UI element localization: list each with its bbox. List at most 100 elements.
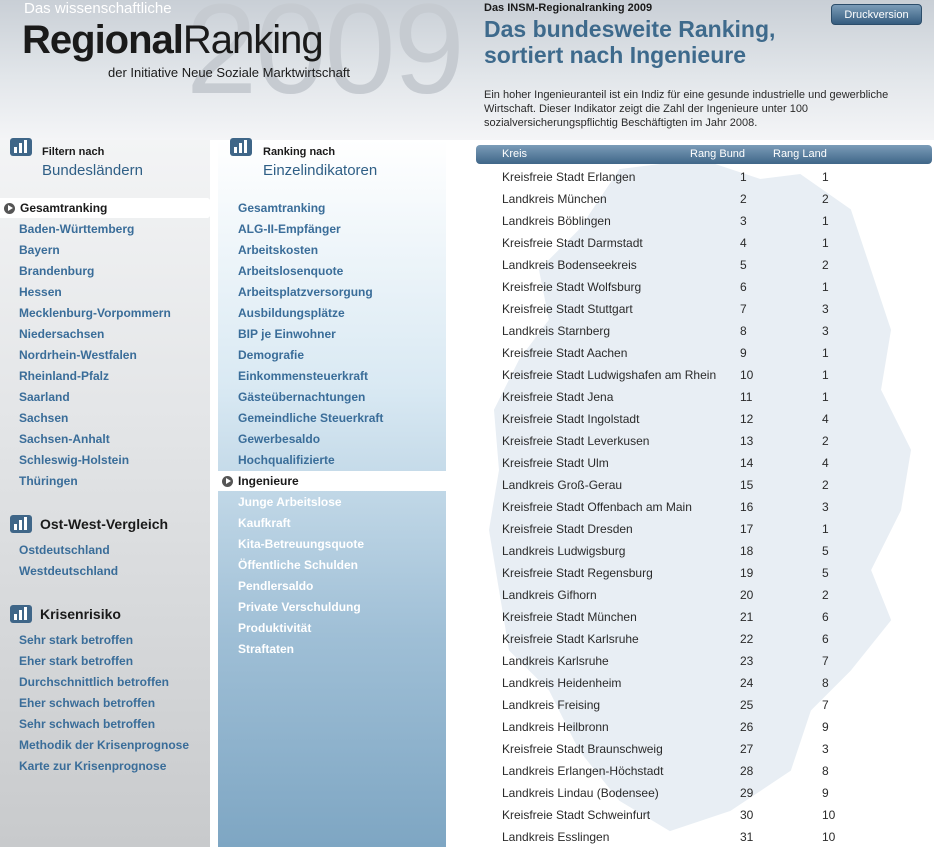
indicator-active-ingenieure[interactable]: Ingenieure: [218, 471, 461, 491]
table-row[interactable]: Kreisfreie Stadt Karlsruhe 22 6: [497, 629, 927, 651]
table-row[interactable]: Landkreis Ludwigsburg 18 5: [497, 541, 927, 563]
cell-kreis[interactable]: Kreisfreie Stadt Aachen: [502, 346, 627, 360]
col-kreis[interactable]: Kreis: [502, 148, 527, 160]
indicator-link-kaufkraft[interactable]: Kaufkraft: [238, 516, 291, 530]
table-row[interactable]: Landkreis Freising 25 7: [497, 695, 927, 717]
cell-kreis[interactable]: Kreisfreie Stadt Leverkusen: [502, 434, 649, 448]
cell-kreis[interactable]: Kreisfreie Stadt München: [502, 610, 637, 624]
crisis-link-eher-stark-betroffen[interactable]: Eher stark betroffen: [19, 654, 133, 668]
table-row[interactable]: Kreisfreie Stadt Erlangen 1 1: [497, 167, 927, 189]
cell-kreis[interactable]: Kreisfreie Stadt Darmstadt: [502, 236, 643, 250]
table-row[interactable]: Kreisfreie Stadt Dresden 17 1: [497, 519, 927, 541]
cell-kreis[interactable]: Landkreis Groß-Gerau: [502, 478, 622, 492]
indicator-link-ausbildungsplaetze[interactable]: Ausbildungsplätze: [238, 306, 345, 320]
indicator-link-hochqualifizierte[interactable]: Hochqualifizierte: [238, 453, 335, 467]
cell-kreis[interactable]: Kreisfreie Stadt Jena: [502, 390, 613, 404]
state-link-schleswig-holstein[interactable]: Schleswig-Holstein: [19, 453, 129, 467]
cell-kreis[interactable]: Kreisfreie Stadt Ingolstadt: [502, 412, 639, 426]
indicator-link-demografie[interactable]: Demografie: [238, 348, 304, 362]
table-row[interactable]: Landkreis Heilbronn 26 9: [497, 717, 927, 739]
cell-kreis[interactable]: Kreisfreie Stadt Regensburg: [502, 566, 653, 580]
cell-kreis[interactable]: Kreisfreie Stadt Schweinfurt: [502, 808, 650, 822]
indicator-link-alg-ii-empfaenger[interactable]: ALG-II-Empfänger: [238, 222, 341, 236]
cell-kreis[interactable]: Kreisfreie Stadt Ludwigshafen am Rhein: [502, 368, 716, 382]
state-link-baden-wuerttemberg[interactable]: Baden-Württemberg: [19, 222, 134, 236]
table-row[interactable]: Landkreis München 2 2: [497, 189, 927, 211]
cell-kreis[interactable]: Landkreis Bodenseekreis: [502, 258, 637, 272]
cell-kreis[interactable]: Kreisfreie Stadt Ulm: [502, 456, 609, 470]
table-row[interactable]: Kreisfreie Stadt Wolfsburg 6 1: [497, 277, 927, 299]
cell-kreis[interactable]: Landkreis Esslingen: [502, 830, 609, 844]
col-rang-land[interactable]: Rang Land: [773, 148, 827, 160]
cell-kreis[interactable]: Landkreis Karlsruhe: [502, 654, 609, 668]
cell-kreis[interactable]: Landkreis Lindau (Bodensee): [502, 786, 659, 800]
indicator-link-arbeitslosenquote[interactable]: Arbeitslosenquote: [238, 264, 343, 278]
table-row[interactable]: Landkreis Gifhorn 20 2: [497, 585, 927, 607]
cell-kreis[interactable]: Landkreis Erlangen-Höchstadt: [502, 764, 663, 778]
region-link-westdeutschland[interactable]: Westdeutschland: [19, 564, 118, 578]
crisis-link-durchschnittlich-betroffen[interactable]: Durchschnittlich betroffen: [19, 675, 169, 689]
table-row[interactable]: Landkreis Erlangen-Höchstadt 28 8: [497, 761, 927, 783]
crisis-link-karte-zur-krisenprognose[interactable]: Karte zur Krisenprognose: [19, 759, 166, 773]
table-row[interactable]: Kreisfreie Stadt Ludwigshafen am Rhein 10…: [497, 365, 927, 387]
cell-kreis[interactable]: Kreisfreie Stadt Stuttgart: [502, 302, 633, 316]
table-row[interactable]: Landkreis Böblingen 3 1: [497, 211, 927, 233]
state-link-thueringen[interactable]: Thüringen: [19, 474, 78, 488]
table-row[interactable]: Kreisfreie Stadt Leverkusen 13 2: [497, 431, 927, 453]
indicator-link-produktivitaet[interactable]: Produktivität: [238, 621, 311, 635]
table-row[interactable]: Kreisfreie Stadt Aachen 9 1: [497, 343, 927, 365]
print-button[interactable]: Druckversion: [831, 4, 922, 25]
cell-kreis[interactable]: Landkreis Heilbronn: [502, 720, 609, 734]
table-row[interactable]: Landkreis Esslingen 31 10: [497, 827, 927, 847]
indicator-link-bip-je-einwohner[interactable]: BIP je Einwohner: [238, 327, 336, 341]
crisis-link-sehr-stark-betroffen[interactable]: Sehr stark betroffen: [19, 633, 133, 647]
table-row[interactable]: Kreisfreie Stadt München 21 6: [497, 607, 927, 629]
indicator-link-einkommensteuerkraft[interactable]: Einkommensteuerkraft: [238, 369, 368, 383]
cell-kreis[interactable]: Landkreis Böblingen: [502, 214, 611, 228]
table-row[interactable]: Kreisfreie Stadt Jena 11 1: [497, 387, 927, 409]
state-link-bayern[interactable]: Bayern: [19, 243, 60, 257]
indicator-link-private-verschuldung[interactable]: Private Verschuldung: [238, 600, 361, 614]
indicator-link-gesamtranking[interactable]: Gesamtranking: [238, 201, 325, 215]
nav-active-gesamtranking[interactable]: Gesamtranking: [0, 198, 219, 218]
indicator-link-straftaten[interactable]: Straftaten: [238, 642, 294, 656]
col-rang-bund[interactable]: Rang Bund: [690, 148, 745, 160]
cell-kreis[interactable]: Landkreis Ludwigsburg: [502, 544, 625, 558]
indicator-link-gemeindliche-steuerkraft[interactable]: Gemeindliche Steuerkraft: [238, 411, 383, 425]
table-row[interactable]: Kreisfreie Stadt Stuttgart 7 3: [497, 299, 927, 321]
crisis-link-sehr-schwach-betroffen[interactable]: Sehr schwach betroffen: [19, 717, 155, 731]
state-link-nordrhein-westfalen[interactable]: Nordrhein-Westfalen: [19, 348, 137, 362]
state-link-mecklenburg-vorpommern[interactable]: Mecklenburg-Vorpommern: [19, 306, 171, 320]
table-row[interactable]: Landkreis Heidenheim 24 8: [497, 673, 927, 695]
indicator-link-pendlersaldo[interactable]: Pendlersaldo: [238, 579, 313, 593]
table-row[interactable]: Kreisfreie Stadt Darmstadt 4 1: [497, 233, 927, 255]
table-row[interactable]: Kreisfreie Stadt Ingolstadt 12 4: [497, 409, 927, 431]
cell-kreis[interactable]: Landkreis Heidenheim: [502, 676, 621, 690]
table-row[interactable]: Kreisfreie Stadt Regensburg 19 5: [497, 563, 927, 585]
indicator-link-gaesteuebernachtungen[interactable]: Gästeübernachtungen: [238, 390, 365, 404]
crisis-link-methodik-der-krisenprognose[interactable]: Methodik der Krisenprognose: [19, 738, 189, 752]
indicator-link-gewerbesaldo[interactable]: Gewerbesaldo: [238, 432, 320, 446]
crisis-link-eher-schwach-betroffen[interactable]: Eher schwach betroffen: [19, 696, 155, 710]
state-link-brandenburg[interactable]: Brandenburg: [19, 264, 94, 278]
state-link-sachsen[interactable]: Sachsen: [19, 411, 68, 425]
state-link-rheinland-pfalz[interactable]: Rheinland-Pfalz: [19, 369, 109, 383]
cell-kreis[interactable]: Landkreis Freising: [502, 698, 600, 712]
state-link-saarland[interactable]: Saarland: [19, 390, 70, 404]
table-row[interactable]: Kreisfreie Stadt Braunschweig 27 3: [497, 739, 927, 761]
region-link-ostdeutschland[interactable]: Ostdeutschland: [19, 543, 110, 557]
table-row[interactable]: Kreisfreie Stadt Schweinfurt 30 10: [497, 805, 927, 827]
table-row[interactable]: Kreisfreie Stadt Offenbach am Main 16 3: [497, 497, 927, 519]
table-row[interactable]: Landkreis Karlsruhe 23 7: [497, 651, 927, 673]
state-link-sachsen-anhalt[interactable]: Sachsen-Anhalt: [19, 432, 110, 446]
cell-kreis[interactable]: Kreisfreie Stadt Offenbach am Main: [502, 500, 692, 514]
cell-kreis[interactable]: Landkreis Starnberg: [502, 324, 610, 338]
table-row[interactable]: Kreisfreie Stadt Ulm 14 4: [497, 453, 927, 475]
table-row[interactable]: Landkreis Starnberg 8 3: [497, 321, 927, 343]
state-link-hessen[interactable]: Hessen: [19, 285, 62, 299]
cell-kreis[interactable]: Kreisfreie Stadt Erlangen: [502, 170, 635, 184]
cell-kreis[interactable]: Landkreis Gifhorn: [502, 588, 597, 602]
table-row[interactable]: Landkreis Bodenseekreis 5 2: [497, 255, 927, 277]
state-link-niedersachsen[interactable]: Niedersachsen: [19, 327, 104, 341]
cell-kreis[interactable]: Landkreis München: [502, 192, 607, 206]
